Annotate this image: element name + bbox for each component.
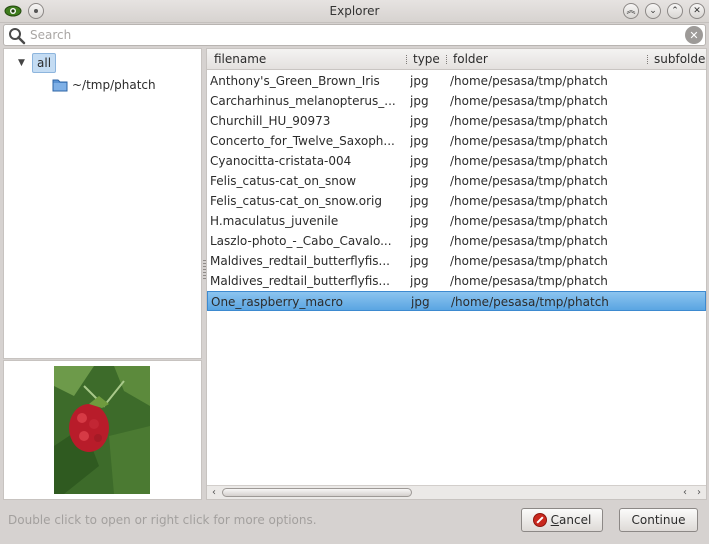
filename-cell: Anthony's_Green_Brown_Iris	[210, 74, 380, 88]
filename-cell: Felis_catus-cat_on_snow	[210, 174, 357, 188]
folder-cell: /home/pesasa/tmp/phatch	[450, 214, 608, 228]
column-separator[interactable]	[647, 55, 649, 64]
type-cell: jpg	[410, 254, 429, 268]
chevron-up-icon: ⌃	[671, 5, 679, 16]
folder-cell: /home/pesasa/tmp/phatch	[450, 274, 608, 288]
image-preview	[3, 360, 202, 500]
close-icon: ✕	[693, 5, 701, 16]
table-row[interactable]: H.maculatus_juvenile jpg/home/pesasa/tmp/…	[207, 211, 706, 231]
table-row[interactable]: Felis_catus-cat_on_snow.orig jpg/home/pes…	[207, 191, 706, 211]
table-row-selected[interactable]: One_raspberry_macro jpg/home/pesasa/tmp/p…	[207, 291, 706, 311]
folder-cell: /home/pesasa/tmp/phatch	[450, 194, 608, 208]
folder-cell: /home/pesasa/tmp/phatch	[450, 174, 608, 188]
type-cell: jpg	[410, 194, 429, 208]
cancel-mnemonic: C	[550, 513, 560, 527]
filename-cell: Carcharhinus_melanopterus_...	[210, 94, 396, 108]
cancel-icon	[532, 513, 547, 527]
type-cell: jpg	[411, 295, 430, 309]
table-row[interactable]: Churchill_HU_90973 jpg/home/pesasa/tmp/ph…	[207, 111, 706, 131]
scrollbar-thumb[interactable]	[222, 488, 412, 497]
close-button[interactable]: ✕	[689, 3, 705, 19]
type-cell: jpg	[410, 174, 429, 188]
filename-cell: Concerto_for_Twelve_Saxoph...	[210, 134, 395, 148]
folder-cell: /home/pesasa/tmp/phatch	[450, 154, 608, 168]
folder-cell: /home/pesasa/tmp/phatch	[450, 134, 608, 148]
scroll-left-icon[interactable]: ‹	[678, 486, 692, 499]
search-input[interactable]	[30, 26, 670, 44]
cancel-button[interactable]: Cancel	[521, 508, 603, 532]
search-icon	[8, 27, 26, 48]
table-row[interactable]: Concerto_for_Twelve_Saxoph... jpg/home/pe…	[207, 131, 706, 151]
expand-arrow-icon[interactable]: ▼	[18, 58, 32, 68]
table-row[interactable]: Felis_catus-cat_on_snow jpg/home/pesasa/t…	[207, 171, 706, 191]
folder-icon	[52, 78, 68, 92]
table-row[interactable]: Anthony's_Green_Brown_Iris jpg/home/pesas…	[207, 71, 706, 91]
type-cell: jpg	[410, 74, 429, 88]
file-list: filename type folder subfolde Anthony's_…	[206, 48, 707, 500]
filename-cell: Felis_catus-cat_on_snow.orig	[210, 194, 382, 208]
status-hint: Double click to open or right click for …	[8, 513, 317, 527]
file-rows: Anthony's_Green_Brown_Iris jpg/home/pesas…	[207, 71, 706, 311]
table-row[interactable]: Carcharhinus_melanopterus_... jpg/home/pe…	[207, 91, 706, 111]
type-cell: jpg	[410, 214, 429, 228]
type-cell: jpg	[410, 134, 429, 148]
type-cell: jpg	[410, 154, 429, 168]
filename-cell: Cyanocitta-cristata-004	[210, 154, 352, 168]
column-header-folder[interactable]: folder	[453, 52, 488, 66]
filename-cell: Churchill_HU_90973	[210, 114, 331, 128]
table-row[interactable]: Laszlo-photo_-_Cabo_Cavalo... jpg/home/pe…	[207, 231, 706, 251]
tree-item-phatch[interactable]: ~/tmp/phatch	[52, 75, 156, 95]
raspberry-thumbnail	[54, 366, 150, 494]
tree-item-label[interactable]: all	[32, 53, 57, 73]
keep-above-button[interactable]: ︽	[623, 3, 639, 19]
list-header: filename type folder subfolde	[207, 49, 706, 70]
table-row[interactable]: Maldives_redtail_butterflyfis... jpg/home…	[207, 271, 706, 291]
column-header-filename[interactable]: filename	[214, 52, 266, 66]
chevron-down-icon: ⌄	[649, 5, 657, 16]
folder-cell: /home/pesasa/tmp/phatch	[450, 94, 608, 108]
search-bar: ✕	[3, 24, 706, 46]
clear-icon: ✕	[689, 28, 699, 42]
folder-cell: /home/pesasa/tmp/phatch	[450, 114, 608, 128]
type-cell: jpg	[410, 234, 429, 248]
cancel-label-rest: ancel	[559, 513, 592, 527]
minimize-button[interactable]: ⌄	[645, 3, 661, 19]
column-header-subfolder[interactable]: subfolde	[654, 52, 705, 66]
tree-item-label[interactable]: ~/tmp/phatch	[72, 78, 156, 92]
folder-cell: /home/pesasa/tmp/phatch	[450, 254, 608, 268]
maximize-button[interactable]: ⌃	[667, 3, 683, 19]
scroll-left-icon[interactable]: ‹	[207, 486, 221, 499]
column-separator[interactable]	[406, 55, 408, 64]
table-row[interactable]: Cyanocitta-cristata-004 jpg/home/pesasa/t…	[207, 151, 706, 171]
scroll-right-icon[interactable]: ›	[692, 486, 706, 499]
cancel-label: Cancel	[551, 513, 592, 527]
folder-tree: ▼ all ~/tmp/phatch	[3, 48, 202, 359]
horizontal-scrollbar[interactable]: ‹ ‹ ›	[207, 485, 706, 499]
title-bar: Explorer ︽ ⌄ ⌃ ✕	[0, 0, 709, 23]
tree-item-all[interactable]: ▼ all	[18, 53, 57, 73]
folder-cell: /home/pesasa/tmp/phatch	[451, 295, 609, 309]
type-cell: jpg	[410, 114, 429, 128]
continue-button[interactable]: Continue	[619, 508, 698, 532]
clear-search-button[interactable]: ✕	[685, 26, 703, 44]
window-title: Explorer	[329, 4, 380, 18]
filename-cell: Laszlo-photo_-_Cabo_Cavalo...	[210, 234, 392, 248]
filename-cell: Maldives_redtail_butterflyfis...	[210, 274, 390, 288]
column-separator[interactable]	[446, 55, 448, 64]
filename-cell: H.maculatus_juvenile	[210, 214, 339, 228]
continue-label: Continue	[631, 513, 686, 527]
filename-cell: Maldives_redtail_butterflyfis...	[210, 254, 390, 268]
filename-cell: One_raspberry_macro	[211, 295, 343, 309]
table-row[interactable]: Maldives_redtail_butterflyfis... jpg/home…	[207, 251, 706, 271]
type-cell: jpg	[410, 274, 429, 288]
folder-cell: /home/pesasa/tmp/phatch	[450, 74, 608, 88]
column-header-type[interactable]: type	[413, 52, 440, 66]
double-chevron-up-icon: ︽	[626, 5, 636, 16]
type-cell: jpg	[410, 94, 429, 108]
folder-cell: /home/pesasa/tmp/phatch	[450, 234, 608, 248]
